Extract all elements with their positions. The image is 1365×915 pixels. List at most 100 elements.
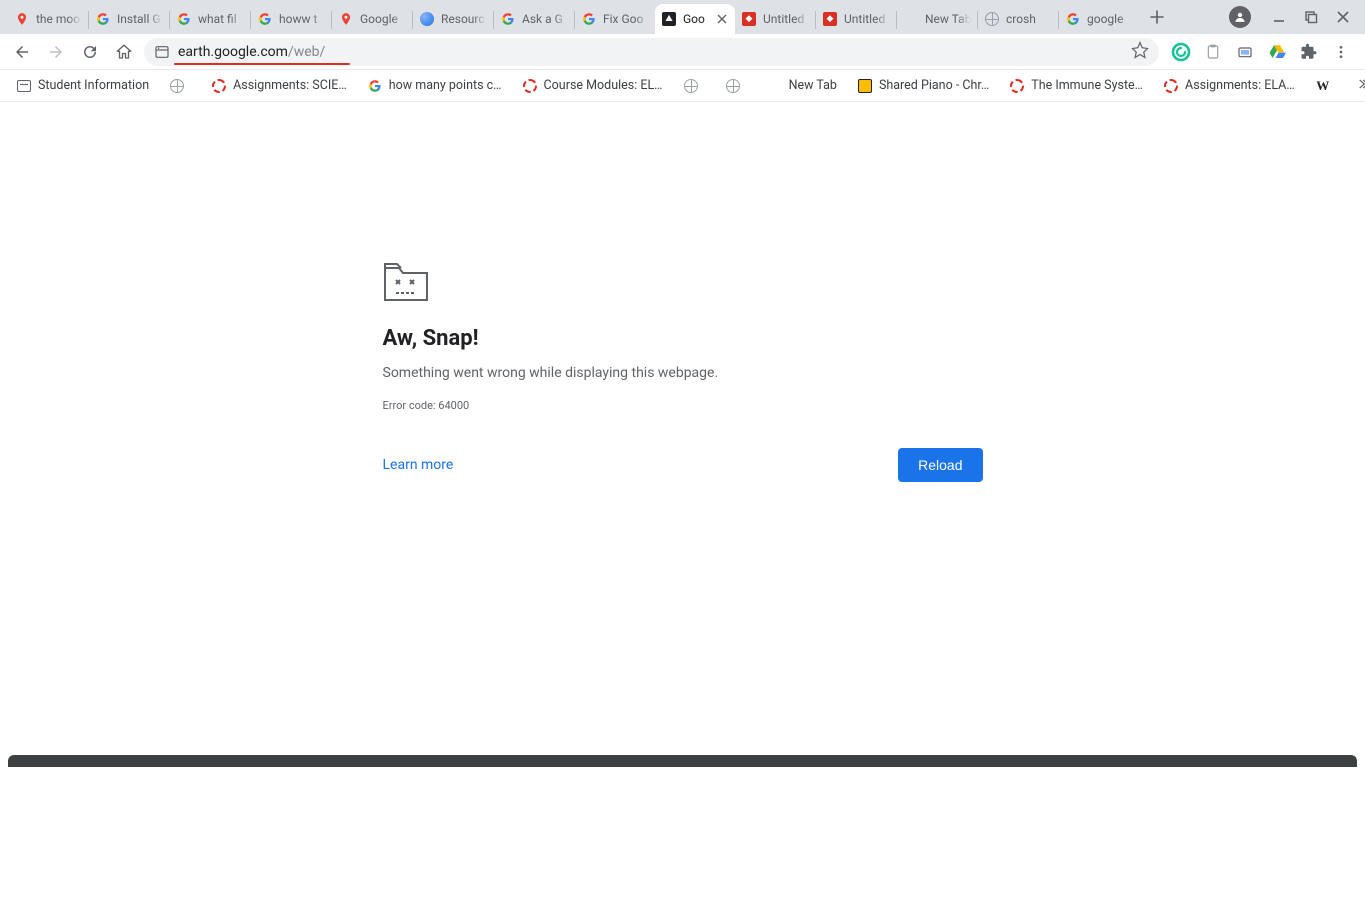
bookmark-item[interactable]: Shared Piano - Chr… <box>849 74 997 98</box>
wikipedia-icon: W <box>1315 78 1331 94</box>
canvas-icon <box>522 78 538 94</box>
learn-more-link[interactable]: Learn more <box>383 457 454 473</box>
nav-forward-button[interactable] <box>42 38 70 66</box>
profile-avatar[interactable] <box>1229 6 1251 28</box>
bookmark-label: Student Information <box>38 78 149 93</box>
canvas-icon <box>1009 78 1025 94</box>
bookmark-label: Course Modules: EL… <box>544 78 663 93</box>
bookmark-item[interactable]: Course Modules: EL… <box>514 74 671 98</box>
bookmark-icon <box>16 78 32 94</box>
google-g-icon <box>581 11 597 27</box>
globe-gray-icon <box>725 78 741 94</box>
bookmark-item[interactable] <box>675 74 713 98</box>
error-code: Error code: 64000 <box>383 399 983 412</box>
globe-gray-icon <box>169 78 185 94</box>
maximize-button[interactable] <box>1303 9 1319 25</box>
bookmark-item[interactable]: Assignments: ELA… <box>1155 74 1303 98</box>
bookmark-label: Assignments: ELA… <box>1185 78 1295 93</box>
bookmark-item[interactable]: The Immune Syste… <box>1001 74 1151 98</box>
browser-tab[interactable]: Resourc <box>413 4 493 34</box>
tab-title: the moo <box>36 12 82 26</box>
tab-title: Goo <box>683 12 715 26</box>
browser-tab[interactable]: howw t <box>251 4 331 34</box>
window-controls <box>1229 6 1361 28</box>
maps-pin-icon <box>338 11 354 27</box>
bookmark-item[interactable] <box>717 74 755 98</box>
browser-tab[interactable]: Ask a G <box>494 4 574 34</box>
browser-tab[interactable]: google <box>1059 4 1139 34</box>
minimize-button[interactable] <box>1271 9 1287 25</box>
annotation-underline <box>174 63 350 65</box>
reload-button[interactable]: Reload <box>898 448 982 482</box>
browser-tab[interactable]: ◆ Untitled <box>816 4 896 34</box>
bookmark-label: Assignments: SCIE… <box>233 78 347 93</box>
none-icon <box>767 78 783 94</box>
bookmark-label: The Immune Syste… <box>1031 78 1143 93</box>
yellow-box-icon <box>857 78 873 94</box>
tab-strip: the moo Install G what fil howw t Google Reso… <box>0 0 1365 34</box>
site-info-icon[interactable] <box>154 44 170 60</box>
os-shelf[interactable] <box>8 755 1357 767</box>
browser-tab[interactable]: Install G <box>89 4 169 34</box>
none-icon <box>903 11 919 27</box>
browser-toolbar: earth.google.com/web/ <box>0 34 1365 70</box>
google-g-icon <box>176 11 192 27</box>
tab-title: Fix Goo <box>603 12 649 26</box>
tab-title: Resourc <box>441 12 487 26</box>
red-box-icon: ◆ <box>822 11 838 27</box>
tab-title: what fil <box>198 12 244 26</box>
tab-title: Untitled <box>844 12 890 26</box>
browser-tab[interactable]: Fix Goo <box>575 4 655 34</box>
new-tab-button[interactable] <box>1143 3 1171 31</box>
google-g-icon <box>257 11 273 27</box>
nav-home-button[interactable] <box>110 38 138 66</box>
canvas-icon <box>211 78 227 94</box>
dark-box-icon: ⛰ <box>661 11 677 27</box>
extension-icons <box>1165 42 1357 62</box>
browser-tab[interactable]: what fil <box>170 4 250 34</box>
error-title: Aw, Snap! <box>383 326 983 351</box>
bookmark-star-icon[interactable] <box>1131 41 1149 63</box>
tab-title: Ask a G <box>522 12 568 26</box>
error-message: Something went wrong while displaying th… <box>383 365 983 381</box>
browser-tab[interactable]: Google <box>332 4 412 34</box>
extensions-puzzle-icon[interactable] <box>1299 42 1319 62</box>
browser-tab[interactable]: the moo <box>8 4 88 34</box>
bookmark-label: New Tab <box>789 78 837 93</box>
globe-gray-icon <box>984 11 1000 27</box>
nav-reload-button[interactable] <box>76 38 104 66</box>
bookmark-item[interactable]: Student Information <box>8 74 157 98</box>
browser-menu-icon[interactable] <box>1331 42 1351 62</box>
maps-pin-icon <box>14 11 30 27</box>
bookmark-item[interactable]: how many points c… <box>359 74 510 98</box>
tab-title: Install G <box>117 12 163 26</box>
sad-folder-icon <box>383 262 429 302</box>
browser-tab[interactable]: ◆Untitled <box>735 4 815 34</box>
address-bar[interactable]: earth.google.com/web/ <box>144 38 1159 66</box>
browser-tab[interactable]: ⛰ Goo <box>655 4 735 34</box>
bookmark-label: Shared Piano - Chr… <box>879 78 989 93</box>
bookmark-item[interactable]: Assignments: SCIE… <box>203 74 355 98</box>
red-box-icon: ◆ <box>741 11 757 27</box>
clipboard-extension-icon[interactable] <box>1203 42 1223 62</box>
bookmarks-bar: Student Information Assignments: SCIE… how… <box>0 70 1365 102</box>
close-window-button[interactable] <box>1335 9 1351 25</box>
nav-back-button[interactable] <box>8 38 36 66</box>
bookmark-item[interactable] <box>161 74 199 98</box>
google-drive-icon[interactable] <box>1267 42 1287 62</box>
page-content: Aw, Snap! Something went wrong while dis… <box>0 262 1365 915</box>
globe-gray-icon <box>683 78 699 94</box>
grammarly-extension-icon[interactable] <box>1171 42 1191 62</box>
canvas-icon <box>1163 78 1179 94</box>
browser-tab[interactable]: crosh <box>978 4 1058 34</box>
bookmarks-overflow-icon[interactable] <box>1349 73 1365 99</box>
tab-title: Google <box>360 12 406 26</box>
google-g-icon <box>1065 11 1081 27</box>
tab-close-icon[interactable] <box>715 12 729 26</box>
browser-tab[interactable]: New Tab <box>897 4 977 34</box>
screenshot-extension-icon[interactable] <box>1235 42 1255 62</box>
bookmark-item[interactable]: W <box>1307 74 1345 98</box>
tab-title: google <box>1087 12 1133 26</box>
bookmark-item[interactable]: New Tab <box>759 74 845 98</box>
tab-title: crosh <box>1006 12 1052 26</box>
